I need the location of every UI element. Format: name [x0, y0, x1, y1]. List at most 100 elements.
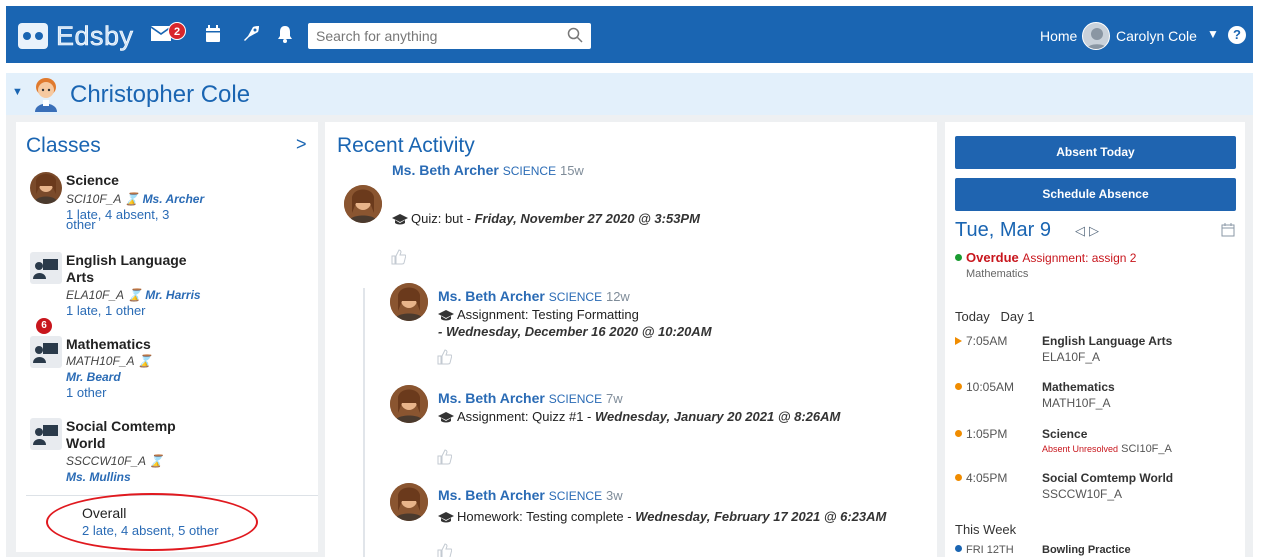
teacher-photo-icon [30, 172, 62, 204]
class-name[interactable]: Social Comtemp World [66, 418, 216, 452]
schedule-row[interactable]: 1:05PM Science Absent Unresolved SCI10F_… [955, 427, 1235, 463]
schedule-time: 7:05AM [955, 334, 1007, 348]
teacher-link[interactable]: Ms. Archer [143, 192, 205, 206]
schedule-class-code: MATH10F_A [1042, 396, 1111, 410]
search-icon[interactable] [567, 27, 583, 48]
student-name[interactable]: Christopher Cole [70, 81, 250, 109]
activity-course[interactable]: SCIENCE [549, 290, 602, 304]
schedule-absence-button[interactable]: Schedule Absence [955, 178, 1236, 211]
schedule-class-name[interactable]: Mathematics [1042, 380, 1115, 394]
absent-today-button[interactable]: Absent Today [955, 136, 1236, 169]
recent-activity-title[interactable]: Recent Activity [337, 134, 475, 158]
today-heading: Today Day 1 [955, 309, 1035, 324]
next-day-icon[interactable]: ▷ [1089, 223, 1103, 238]
classroom-icon [30, 336, 62, 368]
schedule-class-name[interactable]: English Language Arts [1042, 334, 1172, 348]
author-avatar[interactable] [390, 483, 428, 521]
activity-line[interactable]: Homework: Testing complete - Wednesday, … [438, 509, 886, 526]
activity-course[interactable]: SCIENCE [549, 489, 602, 503]
like-icon[interactable] [437, 449, 453, 470]
author-avatar[interactable] [390, 283, 428, 321]
top-bar: Edsby 2 Home Carolyn Cole ▼ ? [6, 6, 1253, 63]
prev-day-icon[interactable]: ◁ [1075, 223, 1089, 238]
date-nav: ◁▷ [1075, 223, 1103, 239]
edsby-logo-icon[interactable] [18, 23, 48, 49]
graduation-cap-icon [438, 411, 454, 426]
like-icon[interactable] [437, 349, 453, 370]
activity-line[interactable]: Quiz: but - Friday, November 27 2020 @ 3… [392, 211, 700, 228]
week-event-row[interactable]: FRI 12TH Bowling Practice [955, 544, 1235, 557]
this-week-heading: This Week [955, 522, 1017, 537]
activity-time: 7w [605, 391, 623, 406]
classroom-icon [30, 252, 62, 284]
schedule-row[interactable]: 4:05PM Social Comtemp World SSCCW10F_A [955, 471, 1235, 507]
author-avatar[interactable] [390, 385, 428, 423]
schedule-class-code: Absent Unresolved SCI10F_A [1042, 443, 1172, 455]
class-item-english[interactable]: English Language Arts ELA10F_A ⌛ Mr. Har… [30, 252, 310, 322]
class-name[interactable]: Science [66, 172, 216, 189]
activity-line[interactable]: Assignment: Quizz #1 - Wednesday, Januar… [438, 409, 840, 426]
help-icon[interactable]: ? [1228, 26, 1246, 44]
activity-author[interactable]: Ms. Beth Archer SCIENCE 15w [392, 162, 584, 178]
home-link[interactable]: Home [1040, 28, 1077, 44]
teacher-link[interactable]: Mr. Harris [145, 288, 200, 302]
messages-badge: 2 [168, 22, 186, 40]
schedule-class-code: ELA10F_A [1042, 350, 1101, 364]
bell-icon[interactable] [277, 25, 293, 47]
edsby-logo-text[interactable]: Edsby [56, 21, 134, 52]
collapse-triangle-icon[interactable]: ▼ [12, 86, 23, 98]
schedule-class-name[interactable]: Social Comtemp World [1042, 471, 1173, 485]
activity-line-date[interactable]: - Wednesday, December 16 2020 @ 10:20AM [438, 324, 712, 339]
class-attendance[interactable]: 1 other [66, 386, 106, 399]
teacher-row: Mr. Beard [66, 370, 121, 384]
user-name[interactable]: Carolyn Cole [1116, 28, 1197, 44]
activity-line[interactable]: Assignment: Testing Formatting [438, 307, 639, 324]
annotation-circle [46, 493, 258, 551]
activity-time: 3w [605, 488, 623, 503]
search-box[interactable] [308, 23, 591, 49]
schedule-row[interactable]: 10:05AM Mathematics MATH10F_A [955, 380, 1235, 416]
rocket-icon[interactable] [241, 25, 261, 47]
classes-title[interactable]: Classes [26, 134, 101, 158]
class-name[interactable]: English Language Arts [66, 252, 216, 286]
calendar-icon[interactable] [1221, 223, 1235, 242]
calendar-icon[interactable] [205, 25, 221, 47]
current-date: Tue, Mar 9 [955, 219, 1051, 241]
week-event-name[interactable]: Bowling Practice [1042, 544, 1131, 556]
class-item-science[interactable]: Science SCI10F_A ⌛ Ms. Archer 1 late, 4 … [30, 172, 310, 234]
period-dot-icon [955, 474, 962, 481]
class-attendance[interactable]: 1 late, 1 other [66, 304, 146, 317]
class-item-social[interactable]: Social Comtemp World SSCCW10F_A ⌛ Ms. Mu… [30, 418, 310, 488]
classroom-icon [30, 418, 62, 450]
absent-status[interactable]: Absent Unresolved [1042, 444, 1118, 454]
chevron-down-icon[interactable]: ▼ [1207, 27, 1219, 41]
schedule-row[interactable]: 7:05AM English Language Arts ELA10F_A [955, 334, 1235, 370]
classes-panel: Classes > Science SCI10F_A ⌛ Ms. Archer … [16, 122, 318, 552]
class-name[interactable]: Mathematics [66, 336, 216, 353]
like-icon[interactable] [437, 543, 453, 557]
activity-author[interactable]: Ms. Beth Archer SCIENCE 7w [438, 390, 623, 406]
schedule-class-name[interactable]: Science [1042, 427, 1087, 441]
author-avatar[interactable] [344, 185, 382, 223]
search-input[interactable] [308, 23, 558, 49]
status-dot-icon [955, 254, 962, 261]
current-period-icon [955, 337, 962, 345]
overdue-row[interactable]: Overdue Assignment: assign 2 [955, 250, 1136, 265]
activity-course[interactable]: SCIENCE [503, 164, 556, 178]
class-attendance-line2[interactable]: other [66, 218, 96, 231]
user-avatar[interactable] [1082, 22, 1110, 50]
activity-course[interactable]: SCIENCE [549, 392, 602, 406]
activity-author[interactable]: Ms. Beth Archer SCIENCE 3w [438, 487, 623, 503]
event-dot-icon [955, 545, 962, 552]
activity-author[interactable]: Ms. Beth Archer SCIENCE 12w [438, 288, 630, 304]
schedule-time: 10:05AM [955, 380, 1014, 394]
student-avatar[interactable] [30, 76, 62, 112]
like-icon[interactable] [391, 249, 407, 270]
teacher-link[interactable]: Mr. Beard [66, 370, 121, 384]
schedule-time: 1:05PM [955, 427, 1007, 441]
teacher-row: Ms. Mullins [66, 470, 131, 484]
class-item-mathematics[interactable]: Mathematics MATH10F_A ⌛ Mr. Beard 1 othe… [30, 336, 310, 406]
overdue-item[interactable]: Assignment: assign 2 [1022, 251, 1136, 265]
teacher-link[interactable]: Ms. Mullins [66, 470, 131, 484]
chevron-right-icon[interactable]: > [296, 134, 307, 155]
